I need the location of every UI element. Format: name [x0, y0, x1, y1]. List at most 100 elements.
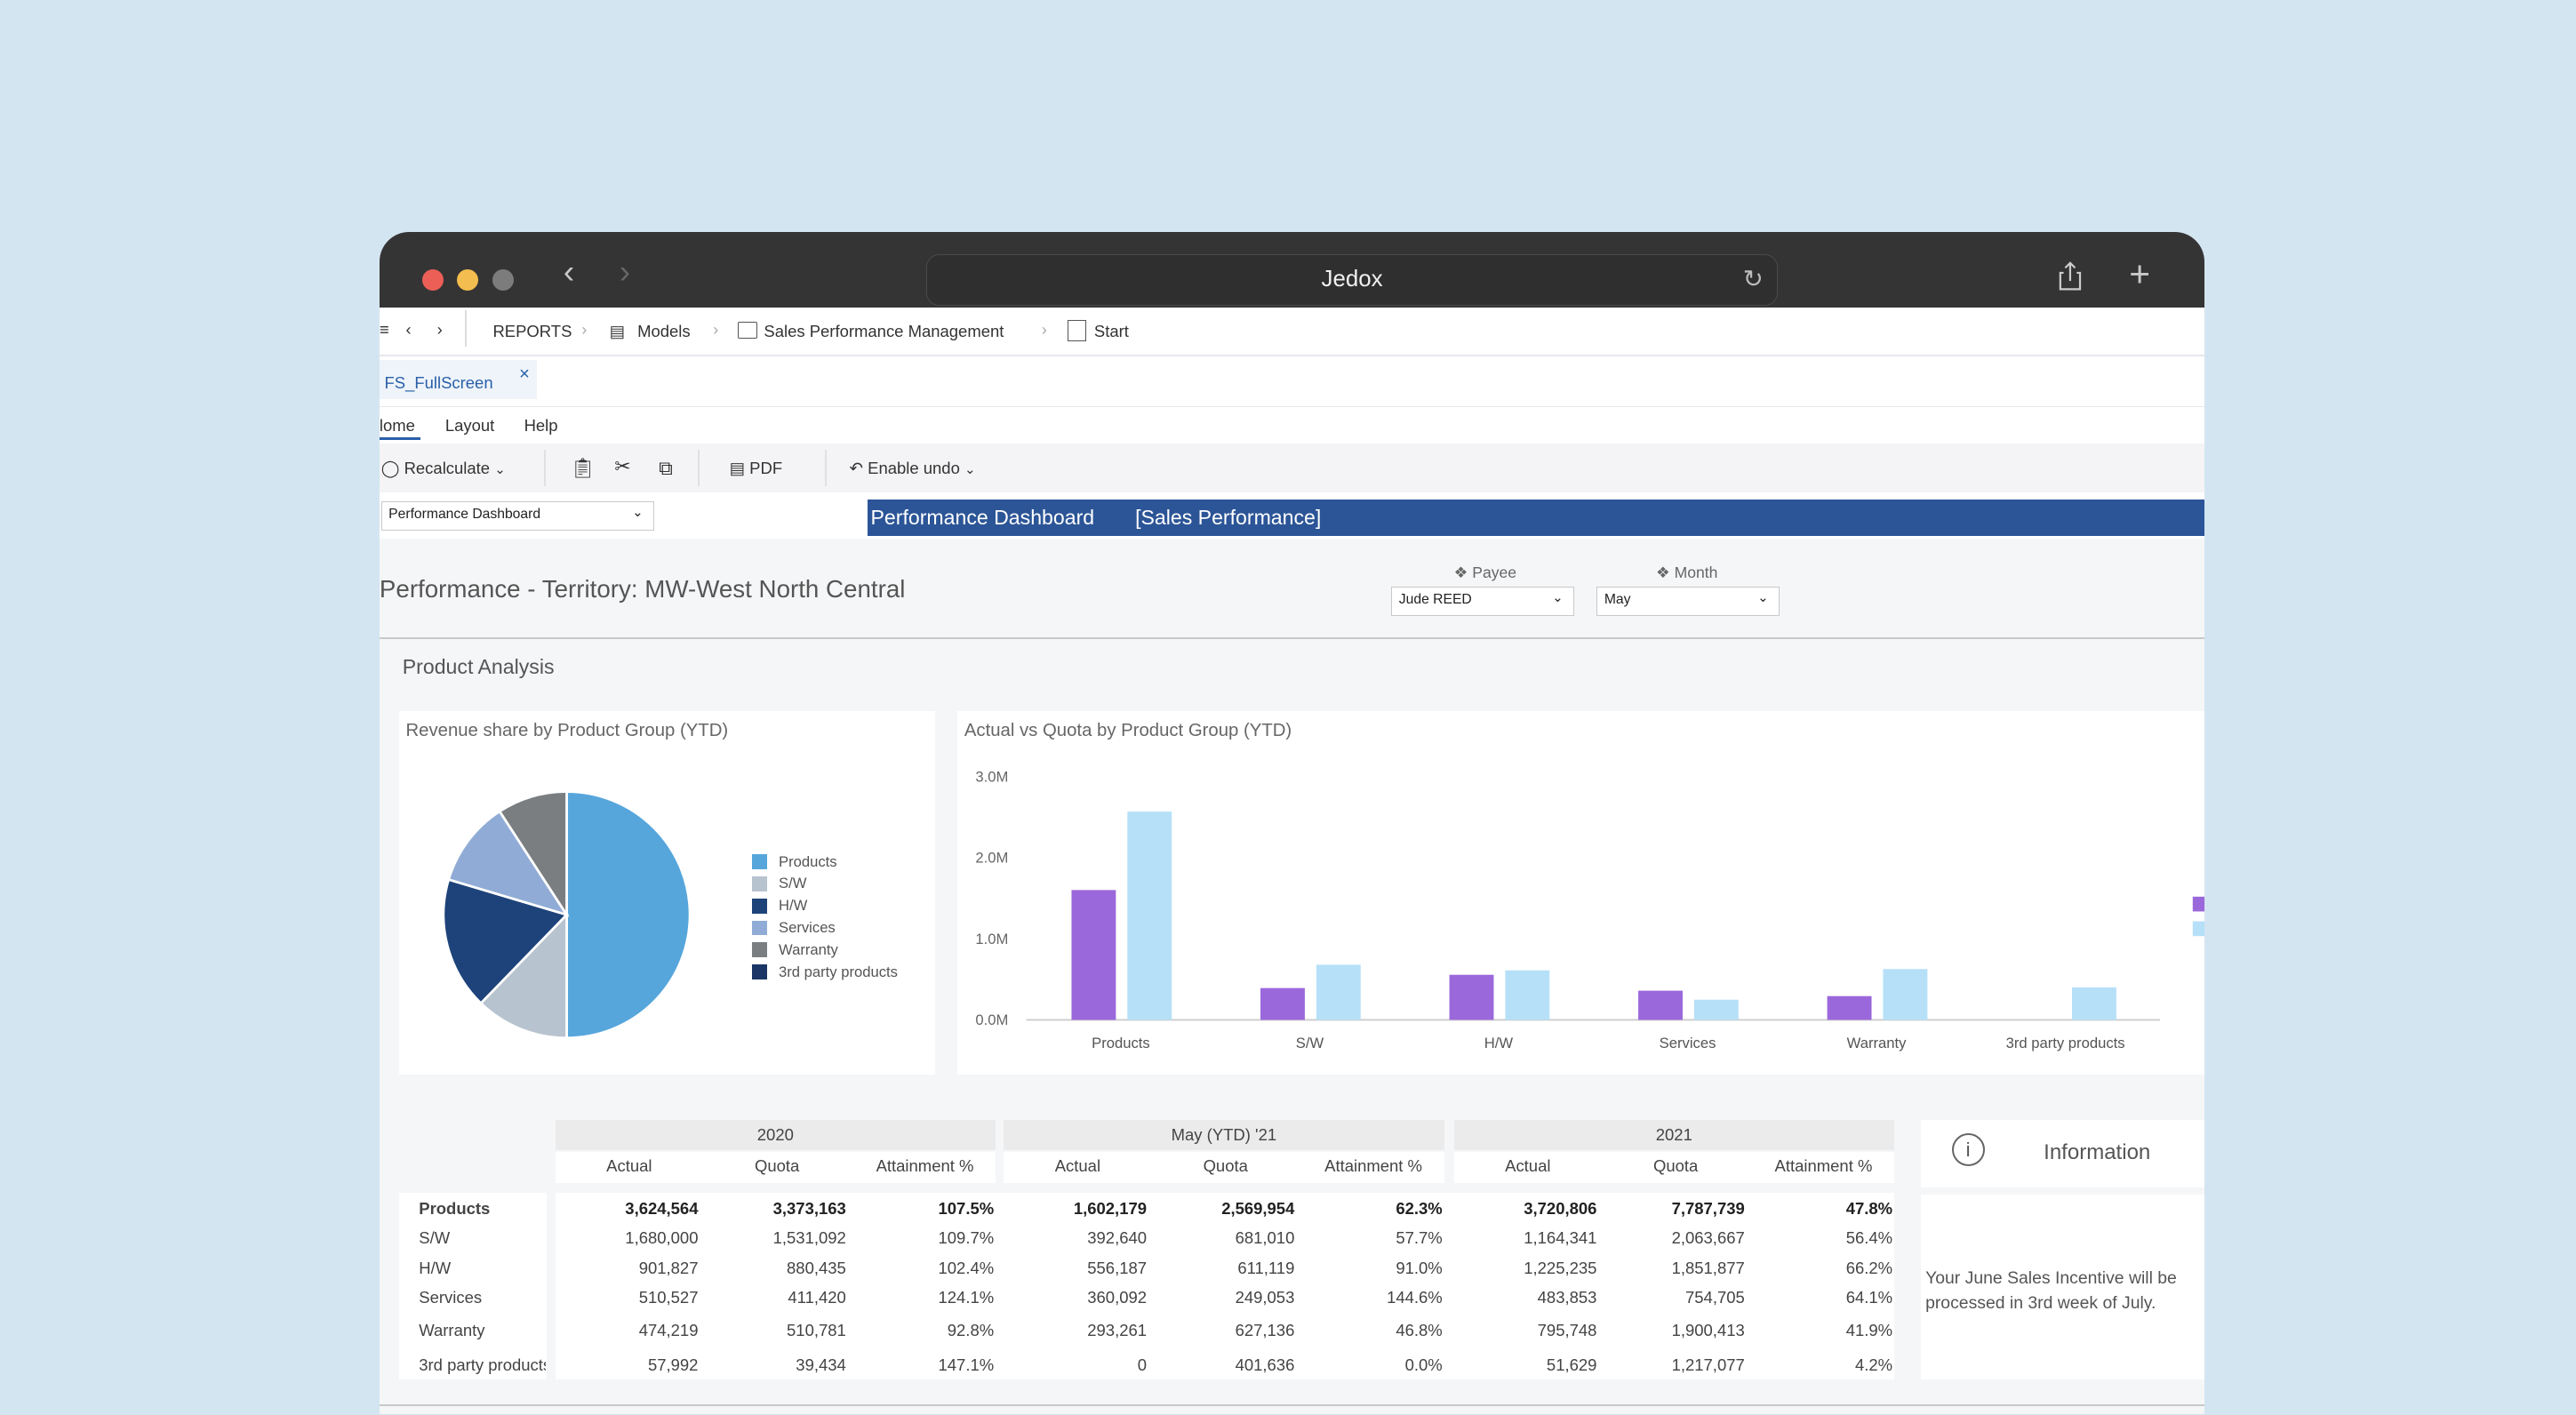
bar-actual-s-w[interactable]	[1260, 987, 1306, 1020]
breadcrumb-start[interactable]: Start	[1094, 322, 1129, 341]
reload-icon[interactable]: ↻	[1743, 264, 1764, 293]
table-cell: 483,853	[1537, 1287, 1597, 1307]
row-label: H/W	[419, 1258, 452, 1277]
bar-quota-services[interactable]	[1694, 999, 1740, 1020]
close-window-button[interactable]	[421, 269, 444, 292]
copy-icon[interactable]: ⧉	[659, 457, 673, 480]
pdf-icon: ▤	[729, 458, 746, 477]
minimize-window-button[interactable]	[456, 269, 478, 292]
payee-label: ❖ Payee	[1453, 563, 1517, 581]
column-header: Attainment %	[1324, 1156, 1422, 1176]
table-cell: 124.1%	[938, 1287, 995, 1307]
info-icon: i	[1951, 1133, 1985, 1167]
bar-quota-s-w[interactable]	[1316, 964, 1362, 1020]
legend-label: 3rd party products	[779, 963, 898, 980]
bar-quota-3rd-party-products[interactable]	[2072, 987, 2117, 1020]
legend-item-h-w: H/W	[752, 895, 898, 917]
chevron-down-icon: ⌄	[964, 462, 976, 477]
report-select-value: Performance Dashboard	[388, 507, 541, 523]
legend-swatch	[752, 898, 768, 914]
bar-quota-h-w[interactable]	[1505, 970, 1550, 1020]
bar-quota-products[interactable]	[1127, 811, 1172, 1020]
legend-swatch	[2193, 897, 2205, 912]
enable-undo-button[interactable]: ↶ Enable undo ⌄	[850, 459, 976, 478]
column-header: Quota	[1652, 1156, 1699, 1176]
breadcrumb-models[interactable]: Models	[637, 322, 691, 341]
month-select[interactable]: May ⌄	[1596, 586, 1780, 617]
bar-chart: 0.0M 1.0M 2.0M 3.0M Products S/W H/W Services Wa…	[976, 769, 2205, 1051]
legend-item-products: Products	[752, 851, 898, 873]
divider	[379, 355, 2205, 357]
page-title: Performance - Territory: MW-West North C…	[379, 574, 906, 603]
legend-swatch	[2193, 921, 2205, 937]
table-cell: 1,680,000	[625, 1228, 699, 1248]
menu-layout[interactable]: Layout	[445, 416, 494, 436]
column-header: Attainment %	[876, 1156, 974, 1176]
bar-actual-products[interactable]	[1071, 890, 1116, 1020]
table-cell: 611,119	[1237, 1258, 1295, 1277]
tab-label: FS_FullScreen	[384, 372, 493, 392]
y-tick-label: 2.0M	[976, 850, 1009, 867]
zoom-window-button[interactable]	[492, 269, 515, 292]
breadcrumb-reports[interactable]: REPORTS	[492, 322, 572, 341]
legend-item-warranty: Warranty	[752, 939, 898, 961]
nav-forward-icon[interactable]: ›	[437, 320, 443, 340]
close-tab-icon[interactable]: ×	[519, 364, 530, 385]
new-tab-icon[interactable]: +	[2129, 253, 2150, 295]
x-tick-label: Products	[1092, 1035, 1151, 1051]
bar-actual-services[interactable]	[1638, 990, 1684, 1020]
row-label: Warranty	[419, 1320, 485, 1339]
cut-icon[interactable]: ✂︎	[614, 455, 631, 478]
table-cell: 47.8%	[1845, 1199, 1893, 1219]
table-cell: 2,569,954	[1221, 1199, 1295, 1219]
forward-icon[interactable]: ›	[620, 253, 630, 291]
payee-select[interactable]: Jude REED ⌄	[1391, 586, 1574, 617]
breadcrumb-sales-performance-management[interactable]: Sales Performance Management	[764, 322, 1004, 341]
legend-swatch	[752, 854, 768, 870]
bar-quota-warranty[interactable]	[1883, 969, 1928, 1020]
row-label: 3rd party products	[419, 1355, 546, 1374]
column-header: Quota	[1203, 1156, 1248, 1176]
divider	[698, 450, 700, 487]
table-cell: 51,629	[1546, 1355, 1597, 1374]
model-icon: ▤	[609, 322, 626, 341]
table-cell: 1,217,077	[1671, 1355, 1745, 1374]
row-label: Services	[419, 1287, 483, 1307]
pdf-button[interactable]: ▤ PDF	[730, 459, 783, 478]
legend-swatch	[752, 942, 768, 958]
report-select[interactable]: Performance Dashboard ⌄	[380, 500, 654, 531]
chevron-down-icon: ⌄	[494, 462, 506, 477]
recalculate-button[interactable]: ◯ Recalculate ⌄	[381, 459, 506, 478]
hamburger-menu-icon[interactable]: ≡	[380, 320, 389, 340]
group-header: May (YTD) '21	[1004, 1120, 1444, 1150]
address-bar[interactable]: Jedox ↻	[926, 254, 1778, 306]
table-cell: 2,063,667	[1671, 1228, 1745, 1248]
folder-icon	[737, 322, 757, 339]
menu-home[interactable]: lome	[380, 416, 415, 436]
menu-help[interactable]: Help	[524, 416, 558, 436]
table-cell: 1,851,877	[1671, 1258, 1745, 1277]
divider	[543, 450, 546, 487]
column-header-row: Actual Quota Attainment %	[1004, 1151, 1444, 1183]
banner-context: [Sales Performance]	[1135, 506, 1322, 530]
pie-slice-products[interactable]	[565, 790, 692, 1040]
bar-actual-warranty[interactable]	[1828, 995, 1872, 1020]
legend-item-3rd-party-products: 3rd party products	[752, 961, 898, 983]
tab-fs-fullscreen[interactable]: FS_FullScreen ×	[379, 359, 538, 400]
share-icon[interactable]	[2059, 261, 2082, 291]
back-icon[interactable]: ‹	[564, 253, 574, 291]
table-cell: 901,827	[638, 1258, 699, 1277]
nav-back-icon[interactable]: ‹	[405, 320, 411, 340]
page-title: Jedox	[1321, 267, 1383, 292]
chevron-down-icon: ⌄	[1552, 591, 1564, 606]
enable-undo-label: Enable undo	[868, 458, 960, 477]
legend-label: Services	[779, 919, 836, 937]
legend-label: Products	[779, 852, 837, 870]
divider	[379, 637, 2205, 639]
paste-icon[interactable]: 📋︎	[570, 457, 595, 480]
bar-actual-h-w[interactable]	[1450, 974, 1494, 1020]
chevron-right-icon: ›	[581, 320, 588, 340]
row-label: Products	[419, 1199, 491, 1219]
pie-chart-card: Revenue share by Product Group (YTD) Pro…	[399, 711, 935, 1075]
table-body	[555, 1192, 1894, 1380]
